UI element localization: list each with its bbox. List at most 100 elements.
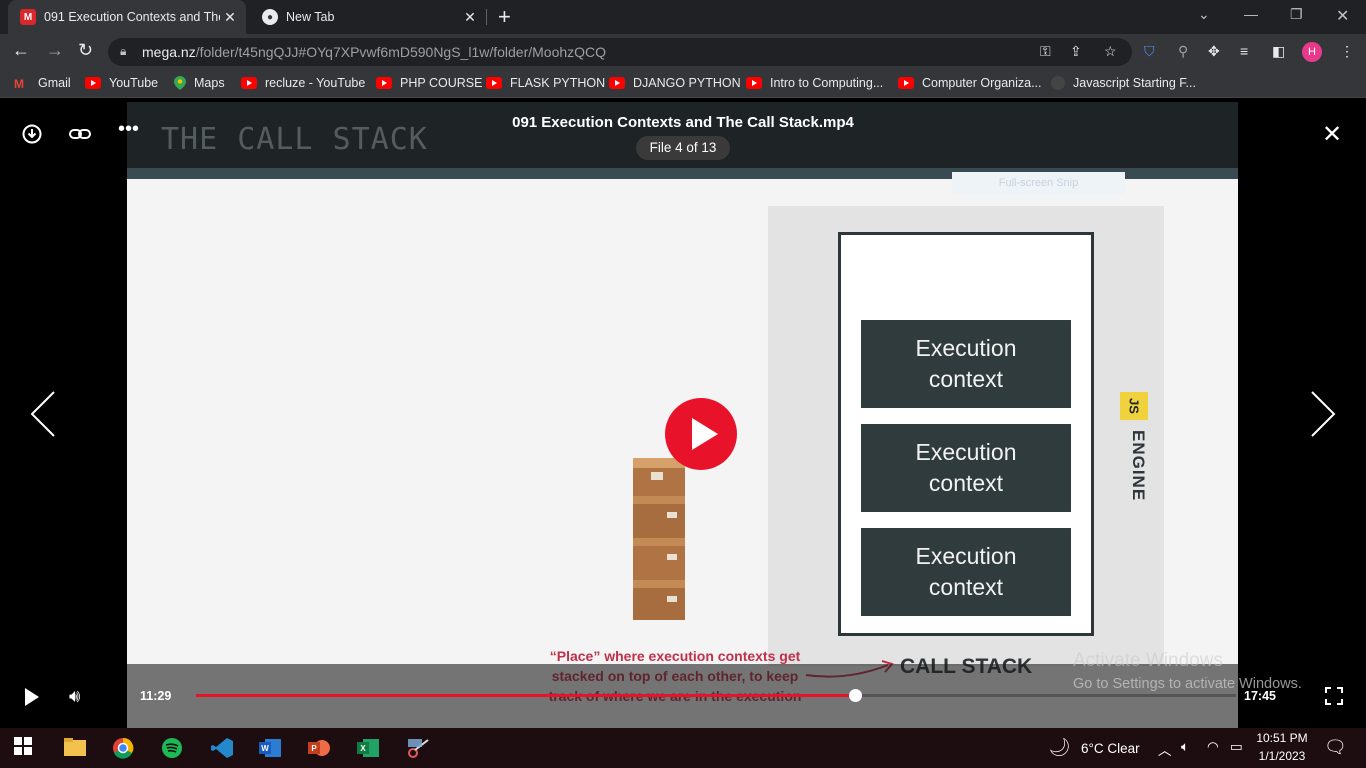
star-icon[interactable]: ☆ (1104, 43, 1117, 60)
key-icon[interactable]: ⚿ (1040, 43, 1051, 60)
menu-icon[interactable]: ⋮ (1340, 43, 1354, 60)
bookmark-gmail[interactable]: M Gmail (14, 76, 71, 91)
chrome-icon: ● (262, 9, 278, 25)
link-icon[interactable] (69, 124, 91, 150)
tab-new-tab[interactable]: ● New Tab ✕ (250, 0, 486, 34)
snipping-tool-icon[interactable] (406, 737, 429, 759)
next-arrow-icon[interactable] (1310, 388, 1336, 451)
speaker-icon[interactable]: 🔈︎ (1181, 739, 1189, 755)
bookmark-youtube[interactable]: YouTube (85, 76, 158, 90)
powerpoint-icon[interactable]: P (308, 737, 330, 759)
close-window-button[interactable]: ✕ (1336, 6, 1349, 26)
tab-search-icon[interactable]: ⌄ (1198, 6, 1210, 23)
tab-bar: M 091 Execution Contexts and The C ✕ ● N… (0, 0, 1366, 34)
puzzle-icon[interactable]: ✥ (1208, 43, 1220, 60)
bookmark-maps[interactable]: Maps (174, 76, 225, 90)
minimize-button[interactable]: — (1244, 6, 1258, 22)
clock-date[interactable]: 1/1/2023 (1256, 749, 1308, 763)
file-position-badge: File 4 of 13 (636, 136, 730, 160)
close-tab-icon[interactable]: ✕ (460, 9, 480, 26)
execution-context: Execution context (861, 528, 1071, 616)
wifi-icon[interactable]: ◠ (1207, 739, 1219, 755)
close-viewer-button[interactable]: ✕ (1322, 120, 1342, 149)
new-tab-button[interactable]: + (498, 4, 511, 30)
bookmark-django[interactable]: DJANGO PYTHON (609, 76, 741, 90)
player-controls: 🔊︎ 11:29 Activate Windows Go to Settings… (0, 650, 1366, 728)
current-time: 11:29 (140, 689, 172, 703)
weather-text[interactable]: 6°C Clear (1081, 741, 1140, 756)
avatar[interactable]: H (1302, 42, 1322, 62)
address-bar[interactable]: 🔒︎ mega.nz/folder/t45ngQJJ#OYq7XPvwf6mD5… (108, 38, 1132, 66)
execution-context: Execution context (861, 424, 1071, 512)
share-icon[interactable]: ⇪ (1070, 43, 1082, 60)
engine-label: ENGINE (1129, 430, 1148, 502)
bookmark-recluze[interactable]: recluze - YouTube (241, 76, 365, 90)
browser-toolbar: ← → ↻ 🔒︎ mega.nz/folder/t45ngQJJ#OYq7XPv… (0, 34, 1366, 70)
file-explorer-icon[interactable] (64, 737, 86, 759)
url-text[interactable]: mega.nz/folder/t45ngQJJ#OYq7XPvwf6mD590N… (142, 44, 606, 60)
youtube-icon (241, 77, 257, 89)
snip-hint: Full-screen Snip (952, 172, 1125, 194)
bookmark-flask[interactable]: FLASK PYTHON (486, 76, 605, 90)
weather-moon-icon[interactable]: 🌙︎ (1048, 737, 1071, 758)
battery-icon[interactable]: ▭ (1230, 739, 1243, 755)
slide-heading: THE CALL STACK (161, 122, 428, 157)
bookmark-computer-org[interactable]: Computer Organiza... (898, 76, 1042, 90)
bookmark-javascript[interactable]: Javascript Starting F... (1051, 76, 1196, 90)
forward-button[interactable]: → (46, 40, 64, 61)
side-panel-icon[interactable]: ◧ (1272, 43, 1285, 60)
more-icon[interactable]: ••• (118, 118, 139, 141)
fullscreen-icon[interactable] (1324, 686, 1344, 706)
media-icon[interactable]: ≡ (1240, 43, 1248, 59)
svg-text:W: W (261, 744, 269, 753)
volume-icon[interactable]: 🔊︎ (69, 686, 80, 707)
play-overlay-button[interactable] (665, 398, 737, 470)
download-icon[interactable] (22, 124, 42, 150)
mega-icon: M (20, 9, 36, 25)
word-icon[interactable]: W (259, 737, 281, 759)
tab-title: New Tab (286, 10, 335, 24)
media-viewer: THE CALL STACK Full-screen Snip Executio… (0, 98, 1366, 728)
youtube-icon (85, 77, 101, 89)
shield-icon[interactable]: ⛉ (1144, 43, 1155, 60)
notification-icon[interactable]: 🗨︎ (1324, 737, 1347, 758)
vscode-icon[interactable] (211, 737, 233, 759)
close-tab-icon[interactable]: ✕ (220, 9, 240, 26)
windows-start-icon[interactable] (14, 737, 36, 759)
github-icon (1051, 76, 1065, 90)
tab-active[interactable]: M 091 Execution Contexts and The C ✕ (8, 0, 246, 34)
reload-button[interactable]: ↻ (78, 40, 93, 61)
spotify-icon[interactable] (161, 737, 183, 759)
play-button[interactable] (25, 688, 39, 706)
seek-progress (196, 694, 856, 697)
seek-bar[interactable] (196, 689, 1236, 702)
lock-icon[interactable]: 🔒︎ (120, 44, 126, 59)
bookmark-intro-computing[interactable]: Intro to Computing... (746, 76, 883, 90)
stacked-boxes-icon (633, 458, 685, 620)
video-frame[interactable]: THE CALL STACK Full-screen Snip Executio… (127, 102, 1238, 728)
restore-button[interactable]: ❐ (1290, 6, 1303, 23)
excel-icon[interactable]: X (357, 737, 379, 759)
back-button[interactable]: ← (12, 40, 30, 61)
previous-arrow-icon[interactable] (30, 388, 56, 451)
activate-windows-title: Activate Windows (1073, 650, 1223, 671)
js-badge: JS (1120, 392, 1148, 420)
youtube-icon (898, 77, 914, 89)
svg-text:X: X (360, 744, 366, 753)
total-time: 17:45 (1244, 689, 1276, 703)
clock-time[interactable]: 10:51 PM (1256, 731, 1308, 745)
svg-text:P: P (311, 744, 317, 753)
youtube-icon (376, 77, 392, 89)
file-title: 091 Execution Contexts and The Call Stac… (512, 114, 854, 131)
youtube-icon (609, 77, 625, 89)
extension-icon[interactable]: ⚲ (1178, 43, 1188, 60)
hidden-icons-chevron-icon[interactable]: ︿ (1158, 739, 1172, 759)
tab-title: 091 Execution Contexts and The C (44, 10, 220, 24)
execution-context: Execution context (861, 320, 1071, 408)
chrome-icon[interactable] (112, 737, 134, 759)
bookmark-php[interactable]: PHP COURSE (376, 76, 482, 90)
youtube-icon (486, 77, 502, 89)
bookmarks-bar: M Gmail YouTube Maps recluze - YouTube PH… (0, 70, 1366, 98)
youtube-icon (746, 77, 762, 89)
gmail-icon: M (14, 77, 24, 91)
